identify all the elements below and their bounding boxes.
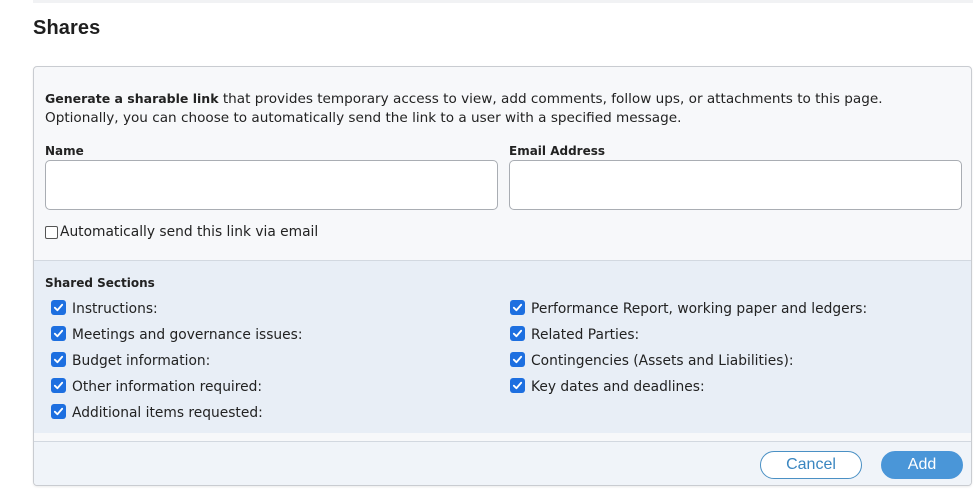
email-label: Email Address xyxy=(509,144,606,158)
share-panel: Generate a sharable link that provides t… xyxy=(33,66,972,486)
email-input[interactable] xyxy=(509,160,962,210)
section-item-additional-items[interactable]: Additional items requested: xyxy=(51,400,303,426)
add-button[interactable]: Add xyxy=(881,451,963,479)
auto-send-checkbox[interactable] xyxy=(45,225,58,239)
section-label: Performance Report, working paper and le… xyxy=(531,301,868,317)
section-item-key-dates[interactable]: Key dates and deadlines: xyxy=(510,374,867,400)
section-item-budget[interactable]: Budget information: xyxy=(51,348,303,374)
checkbox-checked-icon[interactable] xyxy=(51,403,66,419)
auto-send-option[interactable]: Automatically send this link via email xyxy=(45,224,318,240)
section-label: Contingencies (Assets and Liabilities): xyxy=(531,353,794,369)
section-label: Additional items requested: xyxy=(72,405,263,421)
section-item-related-parties[interactable]: Related Parties: xyxy=(510,322,867,348)
section-label: Key dates and deadlines: xyxy=(531,379,705,395)
sections-right-column: Performance Report, working paper and le… xyxy=(510,296,867,400)
description-line2: Optionally, you can choose to automatica… xyxy=(45,110,682,126)
checkbox-checked-icon[interactable] xyxy=(51,325,66,341)
checkbox-checked-icon[interactable] xyxy=(510,325,525,341)
page-title: Shares xyxy=(33,17,101,39)
description-text: that provides temporary access to view, … xyxy=(218,91,883,107)
cancel-button[interactable]: Cancel xyxy=(760,451,862,479)
shared-sections-title: Shared Sections xyxy=(45,276,155,290)
section-label: Related Parties: xyxy=(531,327,640,343)
section-label: Budget information: xyxy=(72,353,211,369)
name-label: Name xyxy=(45,144,84,158)
checkbox-checked-icon[interactable] xyxy=(51,377,66,393)
section-item-contingencies[interactable]: Contingencies (Assets and Liabilities): xyxy=(510,348,867,374)
checkbox-checked-icon[interactable] xyxy=(51,351,66,367)
shared-sections: Shared Sections Instructions: Meetings a… xyxy=(34,260,971,433)
checkbox-checked-icon[interactable] xyxy=(510,377,525,393)
top-divider xyxy=(33,0,973,3)
section-label: Other information required: xyxy=(72,379,263,395)
sections-left-column: Instructions: Meetings and governance is… xyxy=(51,296,303,426)
auto-send-label: Automatically send this link via email xyxy=(60,224,319,240)
checkbox-checked-icon[interactable] xyxy=(510,351,525,367)
checkbox-checked-icon[interactable] xyxy=(51,299,66,315)
section-item-other-info[interactable]: Other information required: xyxy=(51,374,303,400)
section-item-performance-report[interactable]: Performance Report, working paper and le… xyxy=(510,296,867,322)
section-label: Meetings and governance issues: xyxy=(72,327,303,343)
name-input[interactable] xyxy=(45,160,498,210)
checkbox-checked-icon[interactable] xyxy=(510,299,525,315)
panel-footer: Cancel Add xyxy=(34,441,971,485)
section-item-instructions[interactable]: Instructions: xyxy=(51,296,303,322)
description-strong: Generate a sharable link xyxy=(45,91,219,106)
section-item-meetings[interactable]: Meetings and governance issues: xyxy=(51,322,303,348)
section-label: Instructions: xyxy=(72,301,158,317)
share-description: Generate a sharable link that provides t… xyxy=(45,89,945,128)
